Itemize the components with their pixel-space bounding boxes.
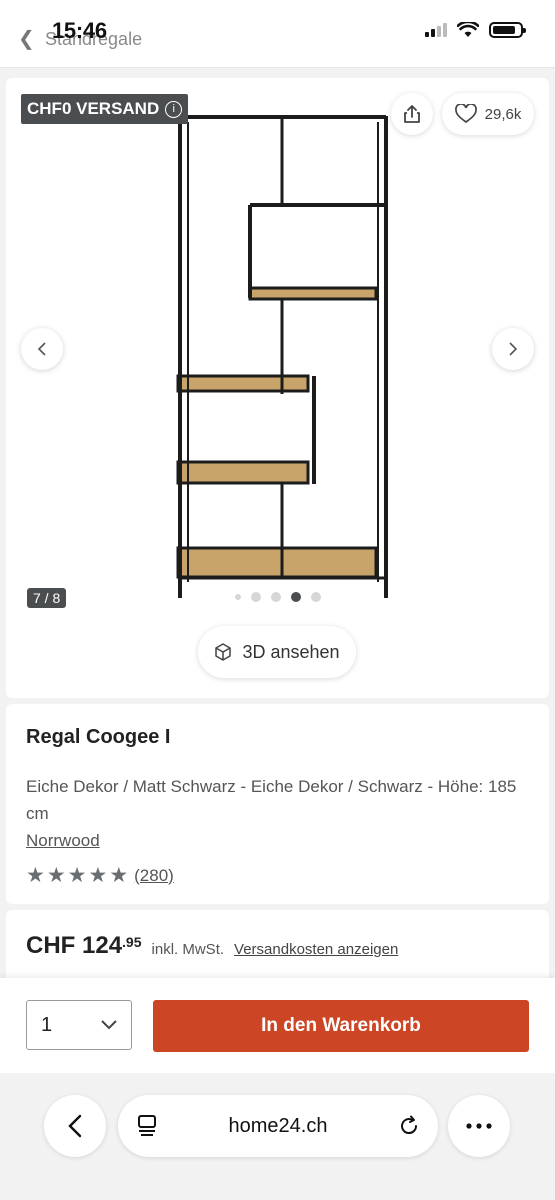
shipping-badge[interactable]: CHF0 VERSAND i bbox=[21, 94, 189, 124]
info-icon[interactable]: i bbox=[165, 100, 183, 118]
product-title: Regal Coogee I bbox=[26, 726, 171, 748]
product-gallery[interactable]: CHF0 VERSAND i 29,6k 7 / 8 3D ansehen bbox=[6, 78, 549, 698]
chevron-left-icon bbox=[68, 1114, 82, 1138]
add-to-cart-button[interactable]: In den Warenkorb bbox=[153, 1000, 529, 1052]
status-time: 15:46 bbox=[52, 18, 107, 43]
review-count-link[interactable]: (280) bbox=[134, 866, 174, 886]
share-button[interactable] bbox=[391, 93, 433, 135]
carousel-dots[interactable] bbox=[6, 592, 549, 602]
chevron-left-icon bbox=[37, 342, 46, 356]
favorites-count: 29,6k bbox=[484, 105, 522, 123]
quantity-value: 1 bbox=[41, 1013, 53, 1036]
carousel-dot[interactable] bbox=[250, 592, 261, 602]
battery-icon bbox=[489, 22, 526, 38]
carousel-dot-active[interactable] bbox=[290, 592, 301, 602]
heart-icon bbox=[454, 104, 477, 124]
favorite-button[interactable]: 29,6k bbox=[442, 93, 534, 135]
shipping-badge-label: CHF0 VERSAND bbox=[27, 99, 160, 118]
tabs-icon[interactable] bbox=[136, 1114, 158, 1138]
address-bar[interactable]: home24.ch bbox=[118, 1095, 438, 1157]
cart-bar: 1 In den Warenkorb bbox=[0, 978, 555, 1073]
chevron-down-icon bbox=[101, 1020, 117, 1030]
star-icon: ★ bbox=[88, 864, 108, 887]
carousel-dot[interactable] bbox=[310, 592, 321, 602]
reload-icon[interactable] bbox=[398, 1115, 420, 1137]
product-image bbox=[176, 115, 388, 598]
browser-back-button[interactable] bbox=[44, 1095, 106, 1157]
star-icon: ★ bbox=[46, 864, 66, 887]
view-3d-button[interactable]: 3D ansehen bbox=[198, 626, 356, 678]
product-info: Regal Coogee I Eiche Dekor / Matt Schwar… bbox=[6, 704, 549, 904]
url-text[interactable]: home24.ch bbox=[229, 1115, 328, 1138]
browser-toolbar: home24.ch bbox=[0, 1073, 555, 1200]
carousel-dot[interactable] bbox=[234, 594, 241, 600]
cube-icon bbox=[215, 643, 232, 661]
more-options-button[interactable] bbox=[448, 1095, 510, 1157]
rating[interactable]: ★ ★ ★ ★ ★ (280) bbox=[26, 865, 529, 886]
vat-note: inkl. MwSt. bbox=[151, 941, 225, 958]
shipping-costs-link[interactable]: Versandkosten anzeigen bbox=[234, 941, 398, 958]
brand-link[interactable]: Norrwood bbox=[26, 831, 100, 851]
star-half-icon: ★ bbox=[109, 864, 129, 887]
chevron-right-icon bbox=[509, 342, 518, 356]
next-image-button[interactable] bbox=[492, 328, 534, 370]
view-3d-label: 3D ansehen bbox=[242, 641, 340, 662]
ellipsis-icon bbox=[466, 1123, 492, 1129]
status-icons bbox=[425, 22, 526, 38]
star-icon: ★ bbox=[67, 864, 87, 887]
price-main: CHF 124 bbox=[26, 932, 123, 959]
back-chevron-icon[interactable]: ❮ bbox=[18, 26, 35, 51]
share-icon bbox=[404, 105, 420, 123]
carousel-dot[interactable] bbox=[270, 592, 281, 602]
top-bar: ❮ Standregale 15:46 bbox=[0, 0, 555, 68]
price-cents: .95 bbox=[122, 934, 142, 950]
star-icon: ★ bbox=[26, 864, 45, 887]
previous-image-button[interactable] bbox=[21, 328, 63, 370]
product-variant: Eiche Dekor / Matt Schwarz - Eiche Dekor… bbox=[26, 777, 517, 823]
wifi-icon bbox=[457, 22, 479, 37]
cellular-signal-icon bbox=[425, 23, 447, 37]
quantity-select[interactable]: 1 bbox=[26, 1000, 132, 1050]
